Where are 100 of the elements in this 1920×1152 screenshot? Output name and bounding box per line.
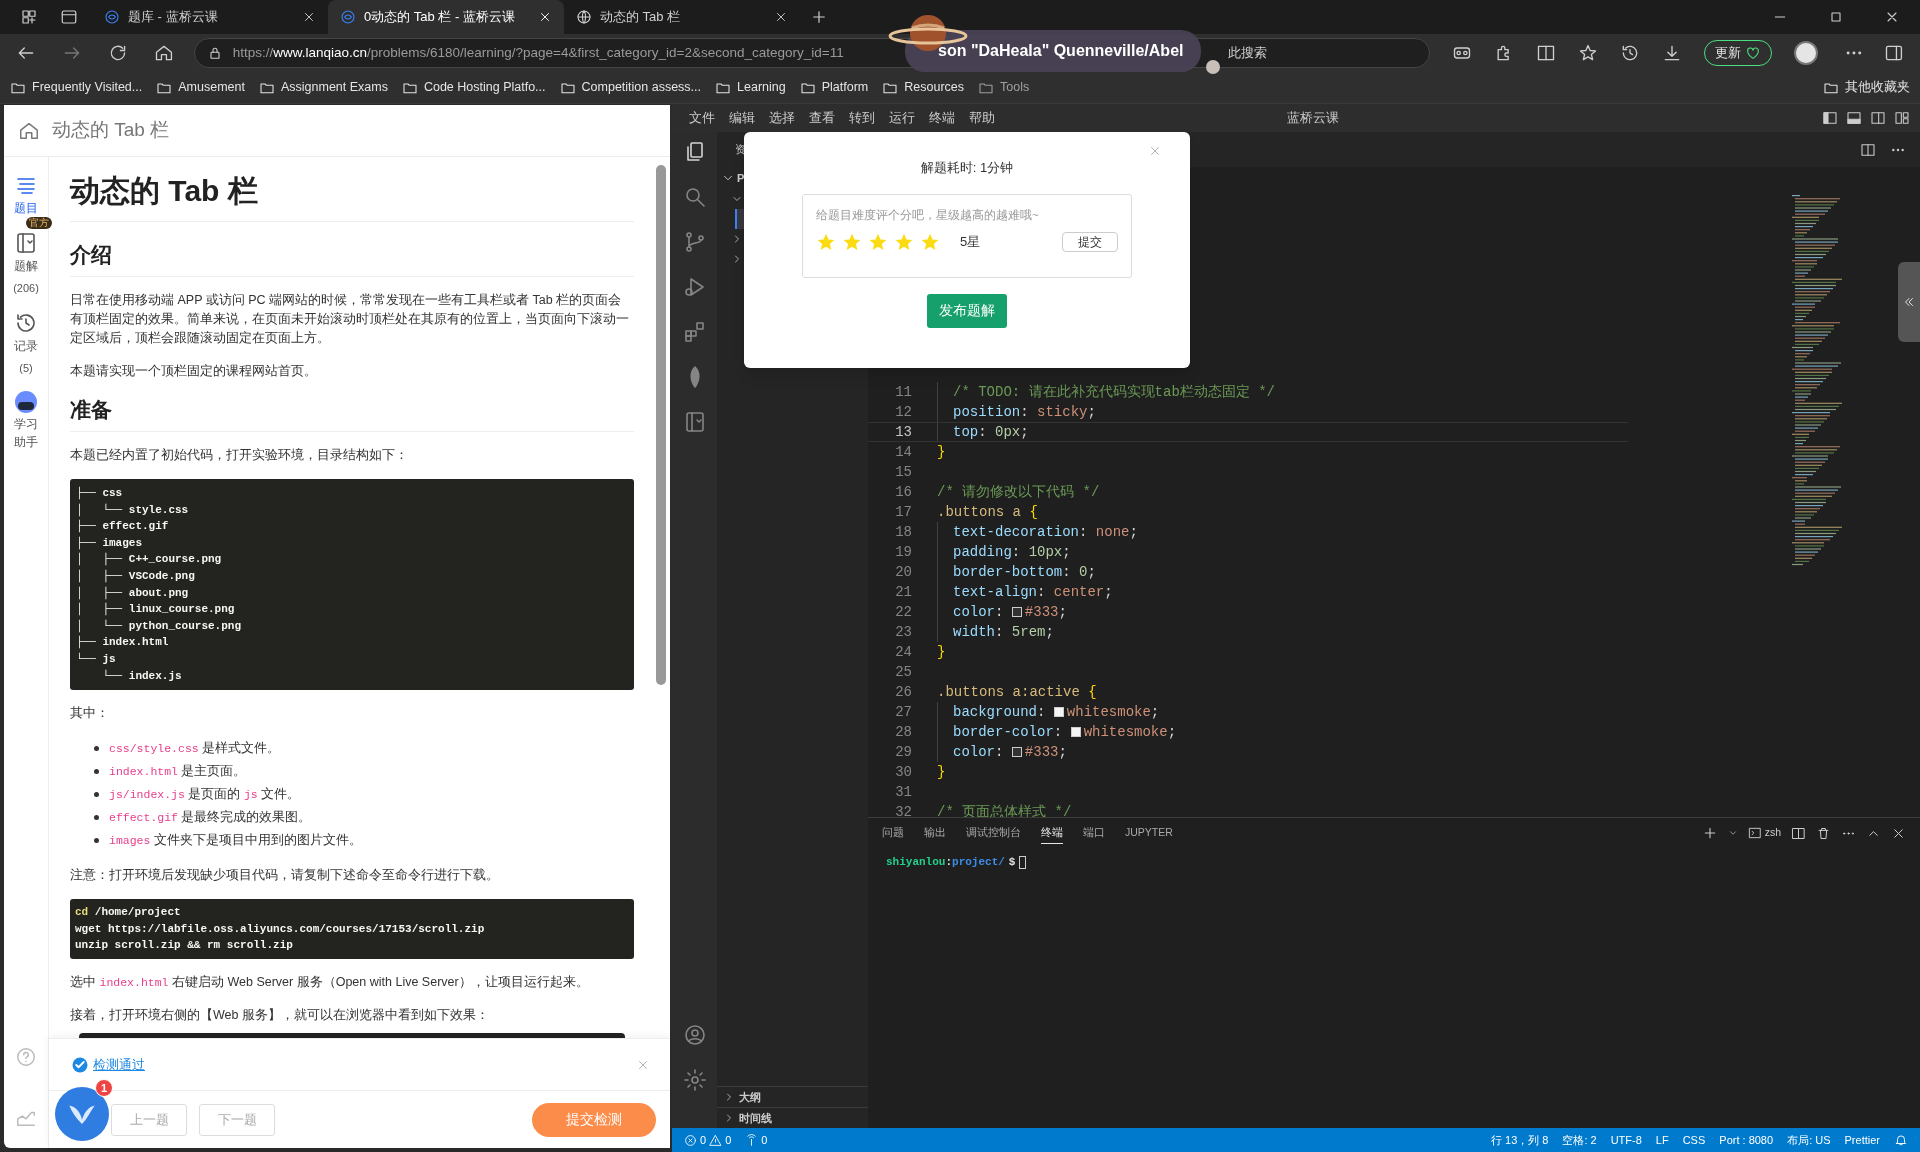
bookmark-folder[interactable]: Platform <box>799 78 869 97</box>
dialog-title: 解题耗时: 1分钟 <box>920 159 1014 177</box>
code-block: cd /home/project wget https://labfile.oss.aliyuncs.com/courses/17153/scroll.zip unzip scroll.zip && rm scroll.zip <box>70 899 634 959</box>
status-item[interactable]: Prettier <box>1844 1131 1880 1149</box>
menu-item[interactable]: 终端 <box>922 108 962 128</box>
menu-item[interactable]: 编辑 <box>722 108 762 128</box>
line-number: 21 <box>894 582 912 602</box>
line-number: 31 <box>894 782 912 802</box>
nav-label: 题目 <box>13 200 39 217</box>
explorer-section[interactable]: P <box>737 169 745 187</box>
bookmark-folder[interactable]: Learning <box>715 78 786 97</box>
bookmark-folder[interactable]: Assignment Exams <box>258 78 388 97</box>
line-number: 16 <box>894 482 912 502</box>
line-number: 23 <box>894 622 912 642</box>
line-number: 14 <box>894 442 912 462</box>
collapsed-section[interactable]: 大纲 <box>717 1086 868 1107</box>
code-line: width: 5rem; <box>937 622 1054 642</box>
line-number: 28 <box>894 722 912 742</box>
paragraph: 选中 index.html 右键启动 Web Server 服务（Open with Live Server），让项目运行起来。 <box>70 973 590 991</box>
status-item[interactable]: UTF-8 <box>1610 1131 1642 1149</box>
ports-status[interactable]: 0 <box>745 1131 768 1149</box>
browser-tab[interactable]: 题库 - 蓝桥云课 <box>92 0 328 34</box>
bookmark-folder[interactable]: 其他收藏夹 <box>1823 78 1910 97</box>
list-item-text: effect.gif 是最终完成的效果图。 <box>109 809 312 827</box>
tab-title: 0动态的 Tab 栏 - 蓝桥云课 <box>364 8 516 27</box>
section-heading: 介绍 <box>70 240 634 277</box>
nav-item[interactable]: 题解 (206) <box>13 231 39 297</box>
panel-tab[interactable]: JUPYTER <box>1125 821 1173 845</box>
code-line: color: #333; <box>937 602 1067 622</box>
code-line: top: 0px; <box>937 423 1029 441</box>
bookmark-folder[interactable]: Resources <box>882 78 964 97</box>
list-item-text: css/style.css 是样式文件。 <box>109 740 281 758</box>
bookmark-folder[interactable]: Frequently Visited... <box>10 78 143 97</box>
line-number: 17 <box>894 502 912 522</box>
section-heading: 准备 <box>70 395 634 432</box>
menu-item[interactable]: 选择 <box>762 108 802 128</box>
line-number: 22 <box>894 602 912 622</box>
menu-item[interactable]: 帮助 <box>962 108 1002 128</box>
status-item[interactable]: Port : 8080 <box>1719 1131 1774 1149</box>
status-item[interactable]: CSS <box>1682 1131 1706 1149</box>
panel-tab[interactable]: 终端 <box>1041 821 1063 845</box>
panel-tab[interactable]: 端口 <box>1083 821 1105 845</box>
bookmark-folder[interactable]: Code Hosting Platfo... <box>401 78 546 97</box>
code-line: /* 请勿修改以下代码 */ <box>937 482 1100 502</box>
code-line: text-decoration: none; <box>937 522 1138 542</box>
line-number: 25 <box>894 662 912 682</box>
rating-label: 5星 <box>960 233 981 251</box>
check-result-link[interactable]: 检测通过 <box>71 1054 145 1075</box>
nav-label: 学习助手 <box>13 416 39 451</box>
paragraph: 日常在使用移动端 APP 或访问 PC 端网站的时候，常常发现在一些有工具栏或者 Tab 栏的页面会有顶栏固定的效果。简单来说，在页面未开始滚动时顶栏处在其原有的位置上，当页面向下滚动一定区域后，顶栏会跟随滚动固定在页面上方。 <box>70 292 630 347</box>
nav-label: 题解 <box>13 258 39 275</box>
page-title: 动态的 Tab 栏 <box>52 118 170 143</box>
status-item[interactable]: 行 13，列 8 <box>1490 1131 1549 1149</box>
paragraph: 本题已经内置了初始代码，打开实验环境，目录结构如下： <box>70 447 409 464</box>
panel-tab[interactable]: 问题 <box>882 821 904 845</box>
code-line: padding: 10px; <box>937 542 1071 562</box>
code-line: border-color: whitesmoke; <box>937 722 1177 742</box>
browser-tab[interactable]: 动态的 Tab 栏 <box>564 0 800 34</box>
code-line: .buttons a { <box>937 502 1038 522</box>
line-number: 12 <box>894 402 912 422</box>
search-placeholder: 此搜索 <box>1228 44 1268 63</box>
status-item[interactable]: LF <box>1655 1131 1669 1149</box>
url-text: https://www.lanqiao.cn/problems/6180/learning/?page=4&first_category_id=2&second_category_id=11 <box>232 43 844 62</box>
line-number: 32 <box>894 802 912 817</box>
status-item[interactable]: 布局: US <box>1787 1131 1831 1149</box>
line-number: 26 <box>894 682 912 702</box>
line-number: 13 <box>894 422 912 442</box>
tab-title: 动态的 Tab 栏 <box>600 8 682 27</box>
menu-item[interactable]: 转到 <box>842 108 882 128</box>
nav-item[interactable]: 题目 <box>13 173 39 217</box>
panel-tab[interactable]: 输出 <box>924 821 946 845</box>
line-number: 24 <box>894 642 912 662</box>
code-line: position: sticky; <box>937 402 1096 422</box>
code-line: text-align: center; <box>937 582 1113 602</box>
rating-hint: 给题目难度评个分吧，星级越高的越难哦~ <box>816 207 1040 223</box>
nav-count: (206) <box>13 281 39 296</box>
code-line: } <box>937 642 947 662</box>
line-number: 15 <box>894 462 912 482</box>
menu-item[interactable]: 文件 <box>682 108 722 128</box>
bookmark-folder[interactable]: Amusement <box>156 78 245 97</box>
paragraph: 注意：打开环境后发现缺少项目代码，请复制下述命令至命令行进行下载。 <box>70 867 500 885</box>
song-title: son "DaHeala" Quenneville/Abel <box>938 41 1184 61</box>
panel-tab[interactable]: 调试控制台 <box>966 821 1021 845</box>
nav-label: 记录 <box>13 338 39 355</box>
nav-item[interactable]: 学习助手 <box>13 391 39 451</box>
terminal-shell-label[interactable]: zsh <box>1747 825 1781 841</box>
code-line: /* 页面总体样式 */ <box>937 802 1072 817</box>
menu-item[interactable]: 查看 <box>802 108 842 128</box>
submit-rating-button[interactable]: 提交 <box>1062 231 1118 252</box>
line-number: 20 <box>894 562 912 582</box>
line-number: 11 <box>894 382 912 402</box>
nav-item[interactable]: 记录 (5) <box>13 311 39 377</box>
menu-item[interactable]: 运行 <box>882 108 922 128</box>
line-number: 19 <box>894 542 912 562</box>
line-number: 29 <box>894 742 912 762</box>
window-title: 蓝桥云课 <box>1287 109 1339 127</box>
browser-tab[interactable]: 0动态的 Tab 栏 - 蓝桥云课 <box>328 0 564 34</box>
status-item[interactable]: 空格: 2 <box>1562 1131 1597 1149</box>
problems-status[interactable]: 0 0 <box>684 1131 732 1149</box>
bookmark-folder[interactable]: Competition assess... <box>559 78 702 97</box>
